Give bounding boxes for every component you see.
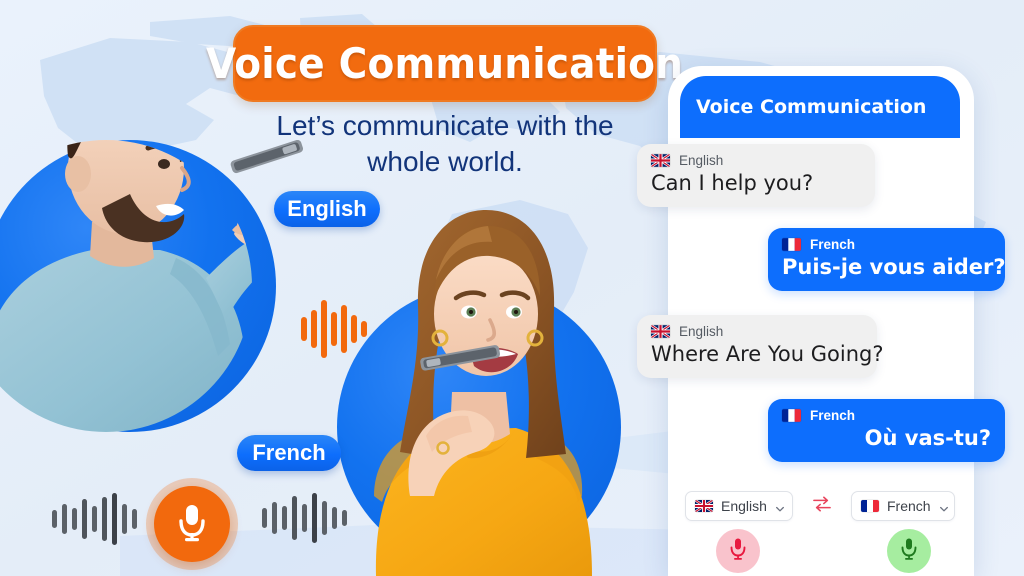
chat-bubble-text: Can I help you?: [651, 171, 814, 195]
chat-bubble-outgoing: French Puis-je vous aider?: [768, 228, 1006, 291]
phone-app-header: Voice Communication: [680, 76, 960, 138]
badge-french: French: [237, 435, 341, 471]
waveform-icon-center: [301, 300, 367, 358]
poster-canvas: Voice Communication Let’s communicate wi…: [0, 0, 1024, 576]
waveform-icon-left: [52, 493, 137, 545]
chat-bubble-meta: French: [782, 408, 991, 423]
flag-france-icon: [861, 500, 879, 512]
chat-bubble-text: Where Are You Going?: [651, 342, 884, 366]
target-mic-button[interactable]: [887, 529, 931, 573]
chevron-down-icon: [939, 501, 949, 512]
main-mic-button[interactable]: [154, 486, 230, 562]
chat-bubble-meta: English: [651, 324, 863, 339]
chat-bubble-text: Où vas-tu?: [864, 426, 991, 450]
phone-app-title: Voice Communication: [696, 96, 927, 118]
target-language-label: French: [887, 498, 931, 514]
chat-bubble-language: French: [810, 408, 856, 423]
page-title: Voice Communication: [206, 39, 684, 88]
source-language-select[interactable]: English: [685, 491, 793, 521]
flag-france-icon: [782, 238, 801, 251]
chat-bubble-outgoing: French Où vas-tu?: [768, 399, 1005, 462]
chat-bubble-text: Puis-je vous aider?: [782, 255, 1006, 279]
flag-uk-icon: [651, 325, 670, 338]
chat-bubble-language: French: [810, 237, 856, 252]
chat-bubble-incoming: English Where Are You Going?: [637, 315, 884, 378]
chat-bubble-meta: French: [782, 237, 991, 252]
chat-bubble-language: English: [679, 324, 724, 339]
man-photo: [0, 44, 300, 444]
flag-uk-icon: [695, 500, 713, 512]
waveform-icon-right: [262, 493, 347, 543]
badge-english-label: English: [287, 196, 367, 221]
swap-languages-button[interactable]: [809, 494, 835, 518]
badge-english: English: [274, 191, 380, 227]
microphone-icon: [729, 537, 747, 566]
hero-subtitle-line2: whole world.: [367, 146, 523, 177]
source-language-label: English: [721, 498, 767, 514]
source-mic-button[interactable]: [716, 529, 760, 573]
target-language-select[interactable]: French: [851, 491, 955, 521]
badge-french-label: French: [252, 440, 326, 465]
chat-bubble-incoming: English Can I help you?: [637, 144, 875, 207]
hero-subtitle-line1: Let’s communicate with the: [276, 110, 614, 141]
phone-bottom-controls: English French: [668, 486, 974, 576]
main-mic-button-halo: [146, 478, 238, 570]
hero-title-banner: Voice Communication: [206, 25, 683, 102]
chat-bubble-language: English: [679, 153, 724, 168]
microphone-icon: [900, 537, 918, 566]
woman-phone-prop: [416, 340, 508, 374]
woman-photo: [330, 196, 630, 576]
chat-bubble-meta: English: [651, 153, 861, 168]
swap-arrows-icon: [811, 495, 833, 518]
flag-uk-icon: [651, 154, 670, 167]
flag-france-icon: [782, 409, 801, 422]
microphone-icon: [175, 502, 209, 547]
hero-subtitle: Let’s communicate with the whole world.: [240, 108, 650, 180]
chevron-down-icon: [775, 501, 785, 512]
